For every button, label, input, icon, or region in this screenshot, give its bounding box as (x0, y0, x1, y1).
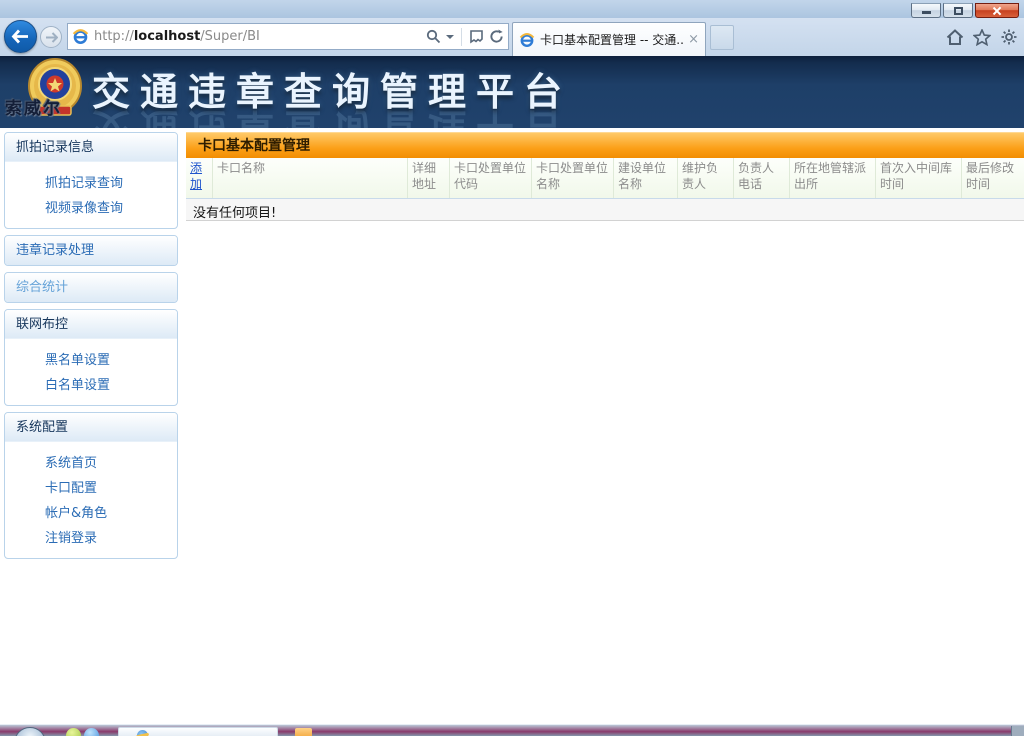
window-titlebar (0, 0, 1024, 18)
divider (461, 28, 462, 46)
url-host: localhost (134, 29, 200, 44)
back-button[interactable] (4, 20, 37, 53)
toolbar-right-icons (946, 28, 1018, 46)
url-path: /Super/BI (200, 29, 260, 44)
sidebar-header-violation-handling[interactable]: 违章记录处理 (5, 236, 177, 265)
minimize-icon (922, 11, 931, 14)
empty-message: 没有任何项目! (186, 199, 1024, 221)
panel-items: 黑名单设置 白名单设置 (5, 339, 177, 405)
restore-icon (954, 7, 963, 15)
close-button[interactable] (975, 3, 1019, 18)
url-prefix: http:// (94, 29, 134, 44)
taskbar-icon-3[interactable] (295, 728, 312, 736)
column-unit-code: 卡口处置单位代码 (450, 158, 532, 198)
page-title: 卡口基本配置管理 (186, 132, 1024, 158)
column-unit-name: 卡口处置单位名称 (532, 158, 614, 198)
browser-tab[interactable]: 卡口基本配置管理 -- 交通... × (512, 22, 706, 56)
sidebar-item-checkpoint-config[interactable]: 卡口配置 (5, 474, 177, 499)
address-bar[interactable]: http://localhost/Super/BI (67, 23, 509, 50)
start-button[interactable] (14, 727, 46, 736)
address-bar-actions (426, 28, 504, 46)
browser-toolbar: http://localhost/Super/BI 卡口基本配置管理 -- 交通… (0, 18, 1024, 56)
panel-items: 抓拍记录查询 视频录像查询 (5, 162, 177, 228)
settings-gear-icon[interactable] (1000, 28, 1018, 46)
page-content: 抓拍记录信息 抓拍记录查询 视频录像查询 违章记录处理 综合统计 联网布控 黑名… (0, 128, 1024, 724)
main-panel: 卡口基本配置管理 添加 卡口名称 详细地址 卡口处置单位代码 卡口处置单位名称 … (186, 132, 1024, 221)
sidebar-panel-network-control: 联网布控 黑名单设置 白名单设置 (4, 309, 178, 406)
taskbar-icon-1[interactable] (66, 728, 81, 736)
sidebar-nav: 抓拍记录信息 抓拍记录查询 视频录像查询 违章记录处理 综合统计 联网布控 黑名… (4, 132, 178, 565)
close-icon (992, 6, 1002, 16)
compatibility-view-icon[interactable] (469, 30, 484, 44)
sidebar-panel-violation-handling: 违章记录处理 (4, 235, 178, 266)
browser-window: http://localhost/Super/BI 卡口基本配置管理 -- 交通… (0, 0, 1024, 736)
tab-ie-icon (519, 32, 535, 48)
sidebar-header-statistics[interactable]: 综合统计 (5, 273, 177, 302)
sidebar-header-capture-records[interactable]: 抓拍记录信息 (5, 133, 177, 162)
tab-title: 卡口基本配置管理 -- 交通... (540, 31, 683, 48)
tab-close-icon[interactable]: × (688, 33, 699, 46)
show-desktop-button[interactable] (1011, 726, 1024, 736)
column-first-entry-time: 首次入中间库时间 (876, 158, 962, 198)
sidebar-panel-capture-records: 抓拍记录信息 抓拍记录查询 视频录像查询 (4, 132, 178, 229)
column-builder-name: 建设单位名称 (614, 158, 678, 198)
favorites-star-icon[interactable] (973, 29, 991, 46)
back-icon (11, 29, 30, 44)
new-tab-button[interactable] (710, 25, 734, 50)
taskbar-ie-icon (137, 730, 148, 736)
column-phone: 负责人电话 (734, 158, 790, 198)
restore-button[interactable] (943, 3, 973, 18)
column-last-modified: 最后修改时间 (962, 158, 1024, 198)
window-controls (909, 3, 1019, 18)
sidebar-panel-statistics: 综合统计 (4, 272, 178, 303)
sidebar-header-system-config[interactable]: 系统配置 (5, 413, 177, 442)
url-text: http://localhost/Super/BI (94, 29, 426, 44)
app-banner: 索威尔 交通违章查询管理平台 交通违章查询管理平台 (0, 56, 1024, 128)
sidebar-item-capture-query[interactable]: 抓拍记录查询 (5, 169, 177, 194)
sidebar-item-video-query[interactable]: 视频录像查询 (5, 194, 177, 219)
column-address: 详细地址 (408, 158, 450, 198)
windows-taskbar (0, 724, 1024, 736)
sidebar-item-blacklist[interactable]: 黑名单设置 (5, 346, 177, 371)
home-icon[interactable] (946, 29, 964, 46)
sidebar-header-network-control[interactable]: 联网布控 (5, 310, 177, 339)
taskbar-icon-2[interactable] (84, 728, 99, 736)
ie-favicon-icon (72, 28, 89, 45)
column-maintainer: 维护负责人 (678, 158, 734, 198)
forward-icon (45, 32, 58, 43)
sidebar-item-system-home[interactable]: 系统首页 (5, 449, 177, 474)
table-header-row: 添加 卡口名称 详细地址 卡口处置单位代码 卡口处置单位名称 建设单位名称 维护… (186, 158, 1024, 199)
taskbar-ie-button[interactable] (118, 727, 278, 736)
sidebar-item-whitelist[interactable]: 白名单设置 (5, 371, 177, 396)
refresh-icon[interactable] (489, 29, 504, 44)
vendor-logo-text: 索威尔 (5, 94, 62, 119)
column-police-station: 所在地管辖派出所 (790, 158, 876, 198)
sidebar-panel-system-config: 系统配置 系统首页 卡口配置 帐户&角色 注销登录 (4, 412, 178, 559)
column-checkpoint-name: 卡口名称 (213, 158, 408, 198)
minimize-button[interactable] (911, 3, 941, 18)
panel-items: 系统首页 卡口配置 帐户&角色 注销登录 (5, 442, 177, 558)
search-icon[interactable] (426, 29, 441, 44)
app-title: 交通违章查询管理平台 (92, 61, 572, 116)
sidebar-item-accounts-roles[interactable]: 帐户&角色 (5, 499, 177, 524)
forward-button[interactable] (40, 26, 62, 48)
sidebar-item-logout[interactable]: 注销登录 (5, 524, 177, 549)
search-dropdown-icon[interactable] (446, 35, 454, 39)
add-link[interactable]: 添加 (186, 158, 213, 198)
